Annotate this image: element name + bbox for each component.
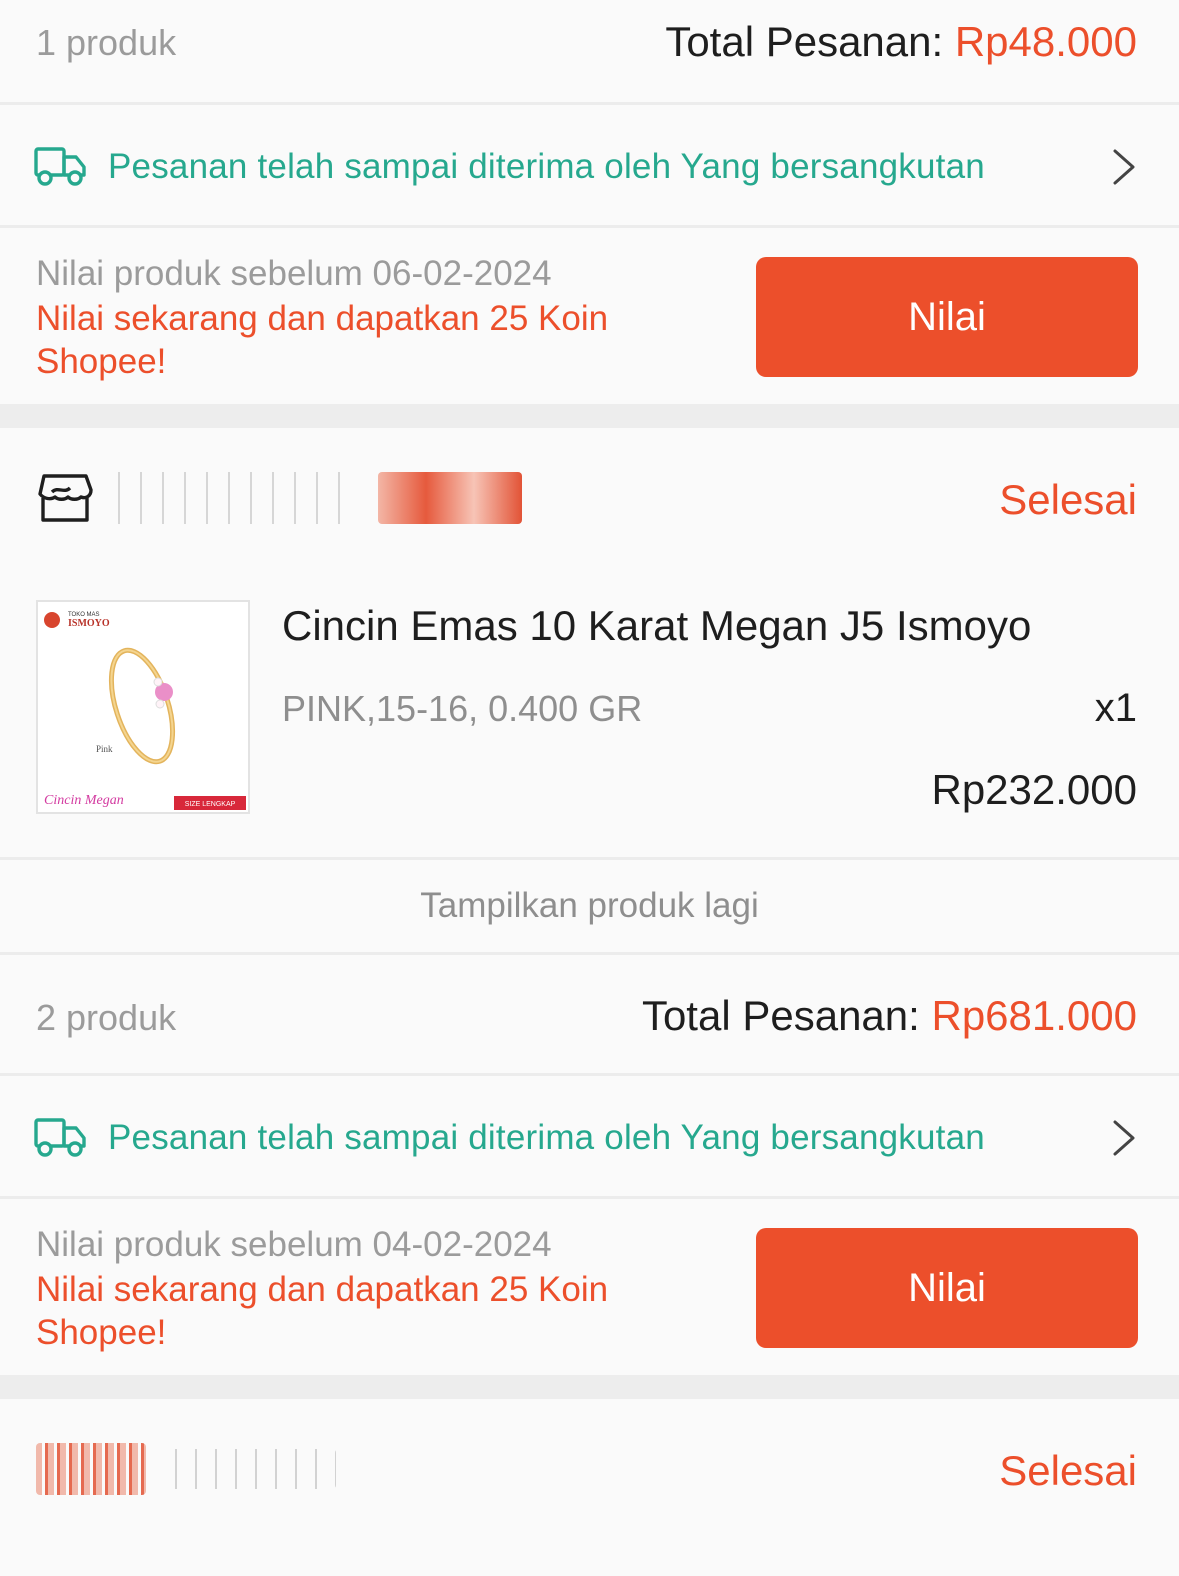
chevron-right-icon (1113, 149, 1135, 185)
rating-deadline: Nilai produk sebelum 06-02-2024 (36, 254, 552, 293)
order-total-amount: Rp681.000 (931, 992, 1137, 1039)
shipping-status-text: Pesanan telah sampai diterima oleh Yang … (108, 1118, 985, 1157)
thumb-badge: SIZE LENGKAP (185, 801, 236, 808)
product-thumbnail[interactable]: TOKO MAS ISMOYO Pink Cincin Megan SIZE L… (36, 600, 250, 814)
order-separator (0, 1375, 1179, 1399)
shop-name-redacted (166, 1449, 336, 1489)
shop-logo-redacted (36, 1443, 146, 1495)
product-variant: PINK,15-16, 0.400 GR (282, 688, 643, 729)
product-title: Cincin Emas 10 Karat Megan J5 Ismoyo (282, 602, 1032, 649)
order-total-label: Total Pesanan: (665, 18, 955, 65)
rating-row: Nilai produk sebelum 04-02-2024 Nilai se… (0, 1199, 1179, 1375)
shop-header[interactable]: Selesai (0, 428, 1179, 560)
thumb-script: Cincin Megan (44, 793, 124, 808)
shop-name-redacted (110, 472, 360, 524)
order-total-amount: Rp48.000 (954, 18, 1137, 65)
rating-row: Nilai produk sebelum 06-02-2024 Nilai se… (0, 228, 1179, 404)
truck-icon (34, 147, 86, 186)
store-icon (38, 474, 93, 522)
rate-button[interactable]: Nilai (756, 257, 1138, 377)
rating-promo: Nilai sekarang dan dapatkan 25 Koin Shop… (36, 1270, 609, 1352)
product-price: Rp232.000 (931, 766, 1137, 813)
rating-deadline: Nilai produk sebelum 04-02-2024 (36, 1225, 552, 1264)
truck-icon (34, 1118, 86, 1157)
shipping-status-text: Pesanan telah sampai diterima oleh Yang … (108, 147, 985, 186)
rating-promo: Nilai sekarang dan dapatkan 25 Koin Shop… (36, 299, 609, 381)
shop-badge-redacted (378, 472, 522, 524)
order-total-label: Total Pesanan: (641, 992, 932, 1039)
product-image: TOKO MAS ISMOYO Pink Cincin Megan SIZE L… (38, 602, 248, 812)
order-status: Selesai (999, 1447, 1137, 1494)
show-more-products[interactable]: Tampilkan produk lagi (0, 860, 1179, 952)
product-quantity: x1 (1094, 686, 1137, 730)
product-count: 1 produk (36, 22, 177, 63)
order-summary: 2 produk Total Pesanan: Rp681.000 (0, 955, 1179, 1073)
product-item[interactable]: TOKO MAS ISMOYO Pink Cincin Megan SIZE L… (0, 560, 1179, 850)
order-summary: 1 produk Total Pesanan: Rp48.000 (0, 0, 1179, 102)
order-status: Selesai (999, 476, 1137, 523)
rate-button[interactable]: Nilai (756, 1228, 1138, 1348)
product-count: 2 produk (36, 997, 177, 1038)
brand-logo-icon (44, 612, 60, 628)
shop-header[interactable]: Selesai (0, 1399, 1179, 1576)
thumb-brand: ISMOYO (68, 618, 110, 629)
order-separator (0, 404, 1179, 428)
shipping-status-row[interactable]: Pesanan telah sampai diterima oleh Yang … (0, 1076, 1179, 1196)
order-total: Total Pesanan: Rp681.000 (642, 992, 1137, 1040)
thumb-color-label: Pink (96, 744, 113, 754)
shipping-status-row[interactable]: Pesanan telah sampai diterima oleh Yang … (0, 105, 1179, 225)
order-total: Total Pesanan: Rp48.000 (665, 18, 1137, 66)
chevron-right-icon (1113, 1120, 1135, 1156)
